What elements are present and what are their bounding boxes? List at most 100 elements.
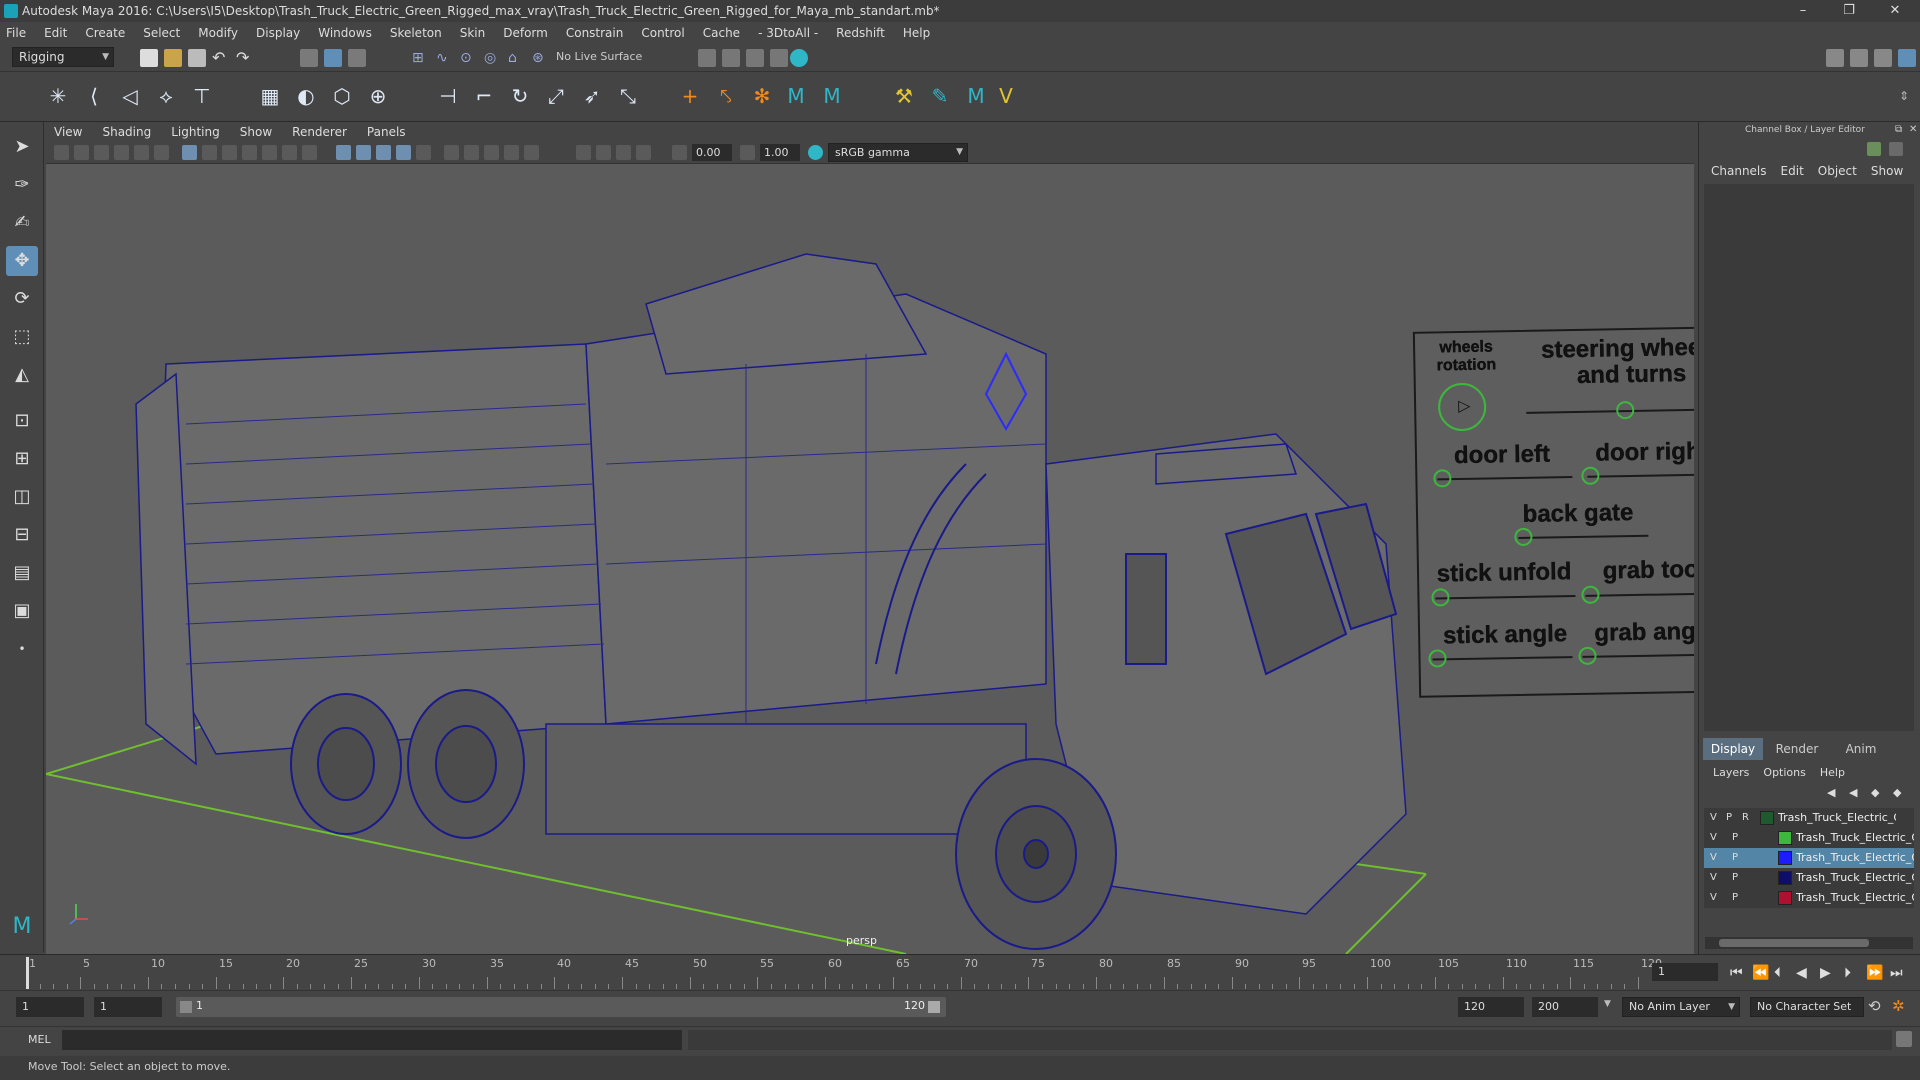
snap-point-icon[interactable]: ⊙ bbox=[460, 49, 478, 67]
layer-row[interactable]: V P R Trash_Truck_Electric_Green bbox=[1704, 808, 1914, 828]
grease-pencil-icon[interactable] bbox=[154, 145, 169, 160]
panel-menu-view[interactable]: View bbox=[54, 125, 82, 139]
menu-constrain[interactable]: Constrain bbox=[566, 26, 624, 40]
shelf-scroll-icon[interactable]: ⇕ bbox=[1890, 82, 1918, 110]
rotate-tool-icon[interactable]: ⟳ bbox=[6, 284, 38, 314]
playback-start-field[interactable]: 1 bbox=[94, 997, 162, 1017]
select-by-component-icon[interactable] bbox=[348, 49, 366, 67]
layout-options-icon[interactable]: • bbox=[6, 634, 38, 664]
modeling-toolkit-icon[interactable] bbox=[1826, 49, 1844, 67]
channel-box-toggle-icon[interactable] bbox=[1898, 49, 1916, 67]
gamma-icon[interactable] bbox=[740, 145, 755, 160]
menu-set-dropdown[interactable]: Rigging ▼ bbox=[12, 47, 114, 67]
blend-shape-icon[interactable]: ⚒ bbox=[890, 82, 918, 110]
camera-attributes-icon[interactable] bbox=[74, 145, 89, 160]
layer-visibility-toggle[interactable]: V bbox=[1710, 828, 1717, 848]
layer-row[interactable]: V P Trash_Truck_Electric_G bbox=[1704, 868, 1914, 888]
menu-windows[interactable]: Windows bbox=[318, 26, 372, 40]
command-input[interactable] bbox=[62, 1030, 682, 1050]
door-left-control[interactable] bbox=[1433, 469, 1452, 488]
layer-visibility-toggle[interactable]: V bbox=[1710, 848, 1717, 868]
menu-modify[interactable]: Modify bbox=[198, 26, 238, 40]
layer-menu-options[interactable]: Options bbox=[1763, 766, 1805, 779]
paint-select-tool-icon[interactable]: ✍ bbox=[6, 208, 38, 238]
menu-edit[interactable]: Edit bbox=[44, 26, 67, 40]
step-back-icon[interactable]: ⏪ bbox=[1752, 965, 1769, 981]
layer-menu-help[interactable]: Help bbox=[1820, 766, 1845, 779]
time-ruler[interactable]: 1 5 10 15 20 25 30 35 40 45 50 55 60 65 70 75 80 85 90 95 10… bbox=[26, 957, 1686, 989]
new-layer-selected-icon[interactable]: ◆ bbox=[1893, 786, 1901, 799]
cluster-icon[interactable]: ⊕ bbox=[364, 82, 392, 110]
exposure-icon[interactable] bbox=[672, 145, 687, 160]
backface-culling-icon[interactable] bbox=[636, 145, 651, 160]
orient-joint-icon[interactable]: ⟡ bbox=[152, 82, 180, 110]
layer-visibility-toggle[interactable]: V bbox=[1710, 808, 1717, 828]
new-scene-icon[interactable] bbox=[140, 49, 158, 67]
layer-scrollbar[interactable] bbox=[1705, 937, 1913, 949]
hik-character-icon[interactable]: M bbox=[818, 82, 846, 110]
playback-end-field[interactable]: 120 bbox=[1458, 997, 1524, 1017]
menu-skin[interactable]: Skin bbox=[460, 26, 486, 40]
safe-title-icon[interactable] bbox=[302, 145, 317, 160]
new-empty-layer-icon[interactable]: ◆ bbox=[1871, 786, 1879, 799]
open-scene-icon[interactable] bbox=[164, 49, 182, 67]
range-slider-bar[interactable]: 1 120 bbox=[176, 997, 946, 1017]
paint-weights-icon[interactable]: ◐ bbox=[292, 82, 320, 110]
layer-scrollbar-thumb[interactable] bbox=[1719, 939, 1869, 947]
menu-display[interactable]: Display bbox=[256, 26, 300, 40]
tool-settings-toggle-icon[interactable] bbox=[1874, 49, 1892, 67]
ik-handle-icon[interactable]: ⊤ bbox=[188, 82, 216, 110]
panel-menu-lighting[interactable]: Lighting bbox=[171, 125, 220, 139]
go-to-start-icon[interactable]: ⏮ bbox=[1730, 965, 1743, 981]
menu-redshift[interactable]: Redshift bbox=[836, 26, 885, 40]
stick-angle-control[interactable] bbox=[1428, 649, 1447, 668]
create-curve-icon[interactable]: ⤣ bbox=[712, 82, 740, 110]
show-manipulator-icon[interactable]: ⊡ bbox=[6, 406, 38, 436]
xray-icon[interactable] bbox=[596, 145, 611, 160]
menu-skeleton[interactable]: Skeleton bbox=[390, 26, 442, 40]
move-layer-down-icon[interactable]: ◀ bbox=[1849, 786, 1857, 799]
last-tool-icon[interactable]: ◭ bbox=[6, 360, 38, 390]
menu-3dtoall[interactable]: - 3DtoAll - bbox=[758, 26, 818, 40]
current-time-indicator[interactable] bbox=[26, 957, 29, 989]
render-view-icon[interactable] bbox=[698, 49, 716, 67]
set-driven-key-icon[interactable]: ✻ bbox=[748, 82, 776, 110]
textured-icon[interactable] bbox=[396, 145, 411, 160]
select-tool-icon[interactable]: ➤ bbox=[6, 132, 38, 162]
snap-curve-icon[interactable]: ∿ bbox=[436, 49, 454, 67]
layer-row[interactable]: V P Trash_Truck_Electric_G bbox=[1704, 828, 1914, 848]
2d-pan-zoom-icon[interactable] bbox=[134, 145, 149, 160]
menu-deform[interactable]: Deform bbox=[503, 26, 548, 40]
isolate-select-icon[interactable] bbox=[576, 145, 591, 160]
layer-playback-toggle[interactable]: P bbox=[1732, 828, 1738, 848]
bind-skin-icon[interactable]: ▦ bbox=[256, 82, 284, 110]
menu-select[interactable]: Select bbox=[143, 26, 180, 40]
select-by-object-icon[interactable] bbox=[324, 49, 342, 67]
render-current-frame-icon[interactable] bbox=[722, 49, 740, 67]
current-frame-field[interactable]: 1 bbox=[1652, 963, 1718, 981]
hypershade-icon[interactable] bbox=[790, 49, 808, 67]
tab-anim[interactable]: Anim bbox=[1831, 738, 1891, 760]
film-gate-icon[interactable] bbox=[202, 145, 217, 160]
channel-menu-show[interactable]: Show bbox=[1871, 164, 1903, 178]
layer-playback-toggle[interactable]: P bbox=[1732, 848, 1738, 868]
human-ik-icon[interactable]: M bbox=[782, 82, 810, 110]
script-editor-icon[interactable] bbox=[1896, 1031, 1912, 1047]
layer-playback-toggle[interactable]: P bbox=[1732, 888, 1738, 908]
view-transform-dropdown[interactable]: sRGB gamma ▼ bbox=[828, 143, 968, 162]
wireframe-on-shaded-icon[interactable] bbox=[376, 145, 391, 160]
exposure-field[interactable]: 0.00 bbox=[692, 144, 732, 161]
layer-reference-toggle[interactable]: R bbox=[1742, 808, 1749, 828]
layer-color-swatch[interactable] bbox=[1778, 831, 1792, 845]
close-button[interactable]: ✕ bbox=[1876, 0, 1914, 22]
layer-row[interactable]: V P Trash_Truck_Electric_G bbox=[1704, 888, 1914, 908]
minimize-button[interactable]: – bbox=[1784, 0, 1822, 22]
bookmark-icon[interactable] bbox=[94, 145, 109, 160]
hik-rig-icon[interactable]: M bbox=[962, 82, 990, 110]
lasso-tool-icon[interactable]: ✑ bbox=[6, 170, 38, 200]
four-view-layout-icon[interactable]: ⊞ bbox=[6, 444, 38, 474]
play-forwards-icon[interactable]: ▶ bbox=[1820, 965, 1831, 981]
layer-playback-toggle[interactable]: P bbox=[1732, 868, 1738, 888]
anim-layer-dropdown[interactable]: No Anim Layer ▼ bbox=[1622, 997, 1740, 1017]
point-constraint-icon[interactable]: ⌐ bbox=[470, 82, 498, 110]
